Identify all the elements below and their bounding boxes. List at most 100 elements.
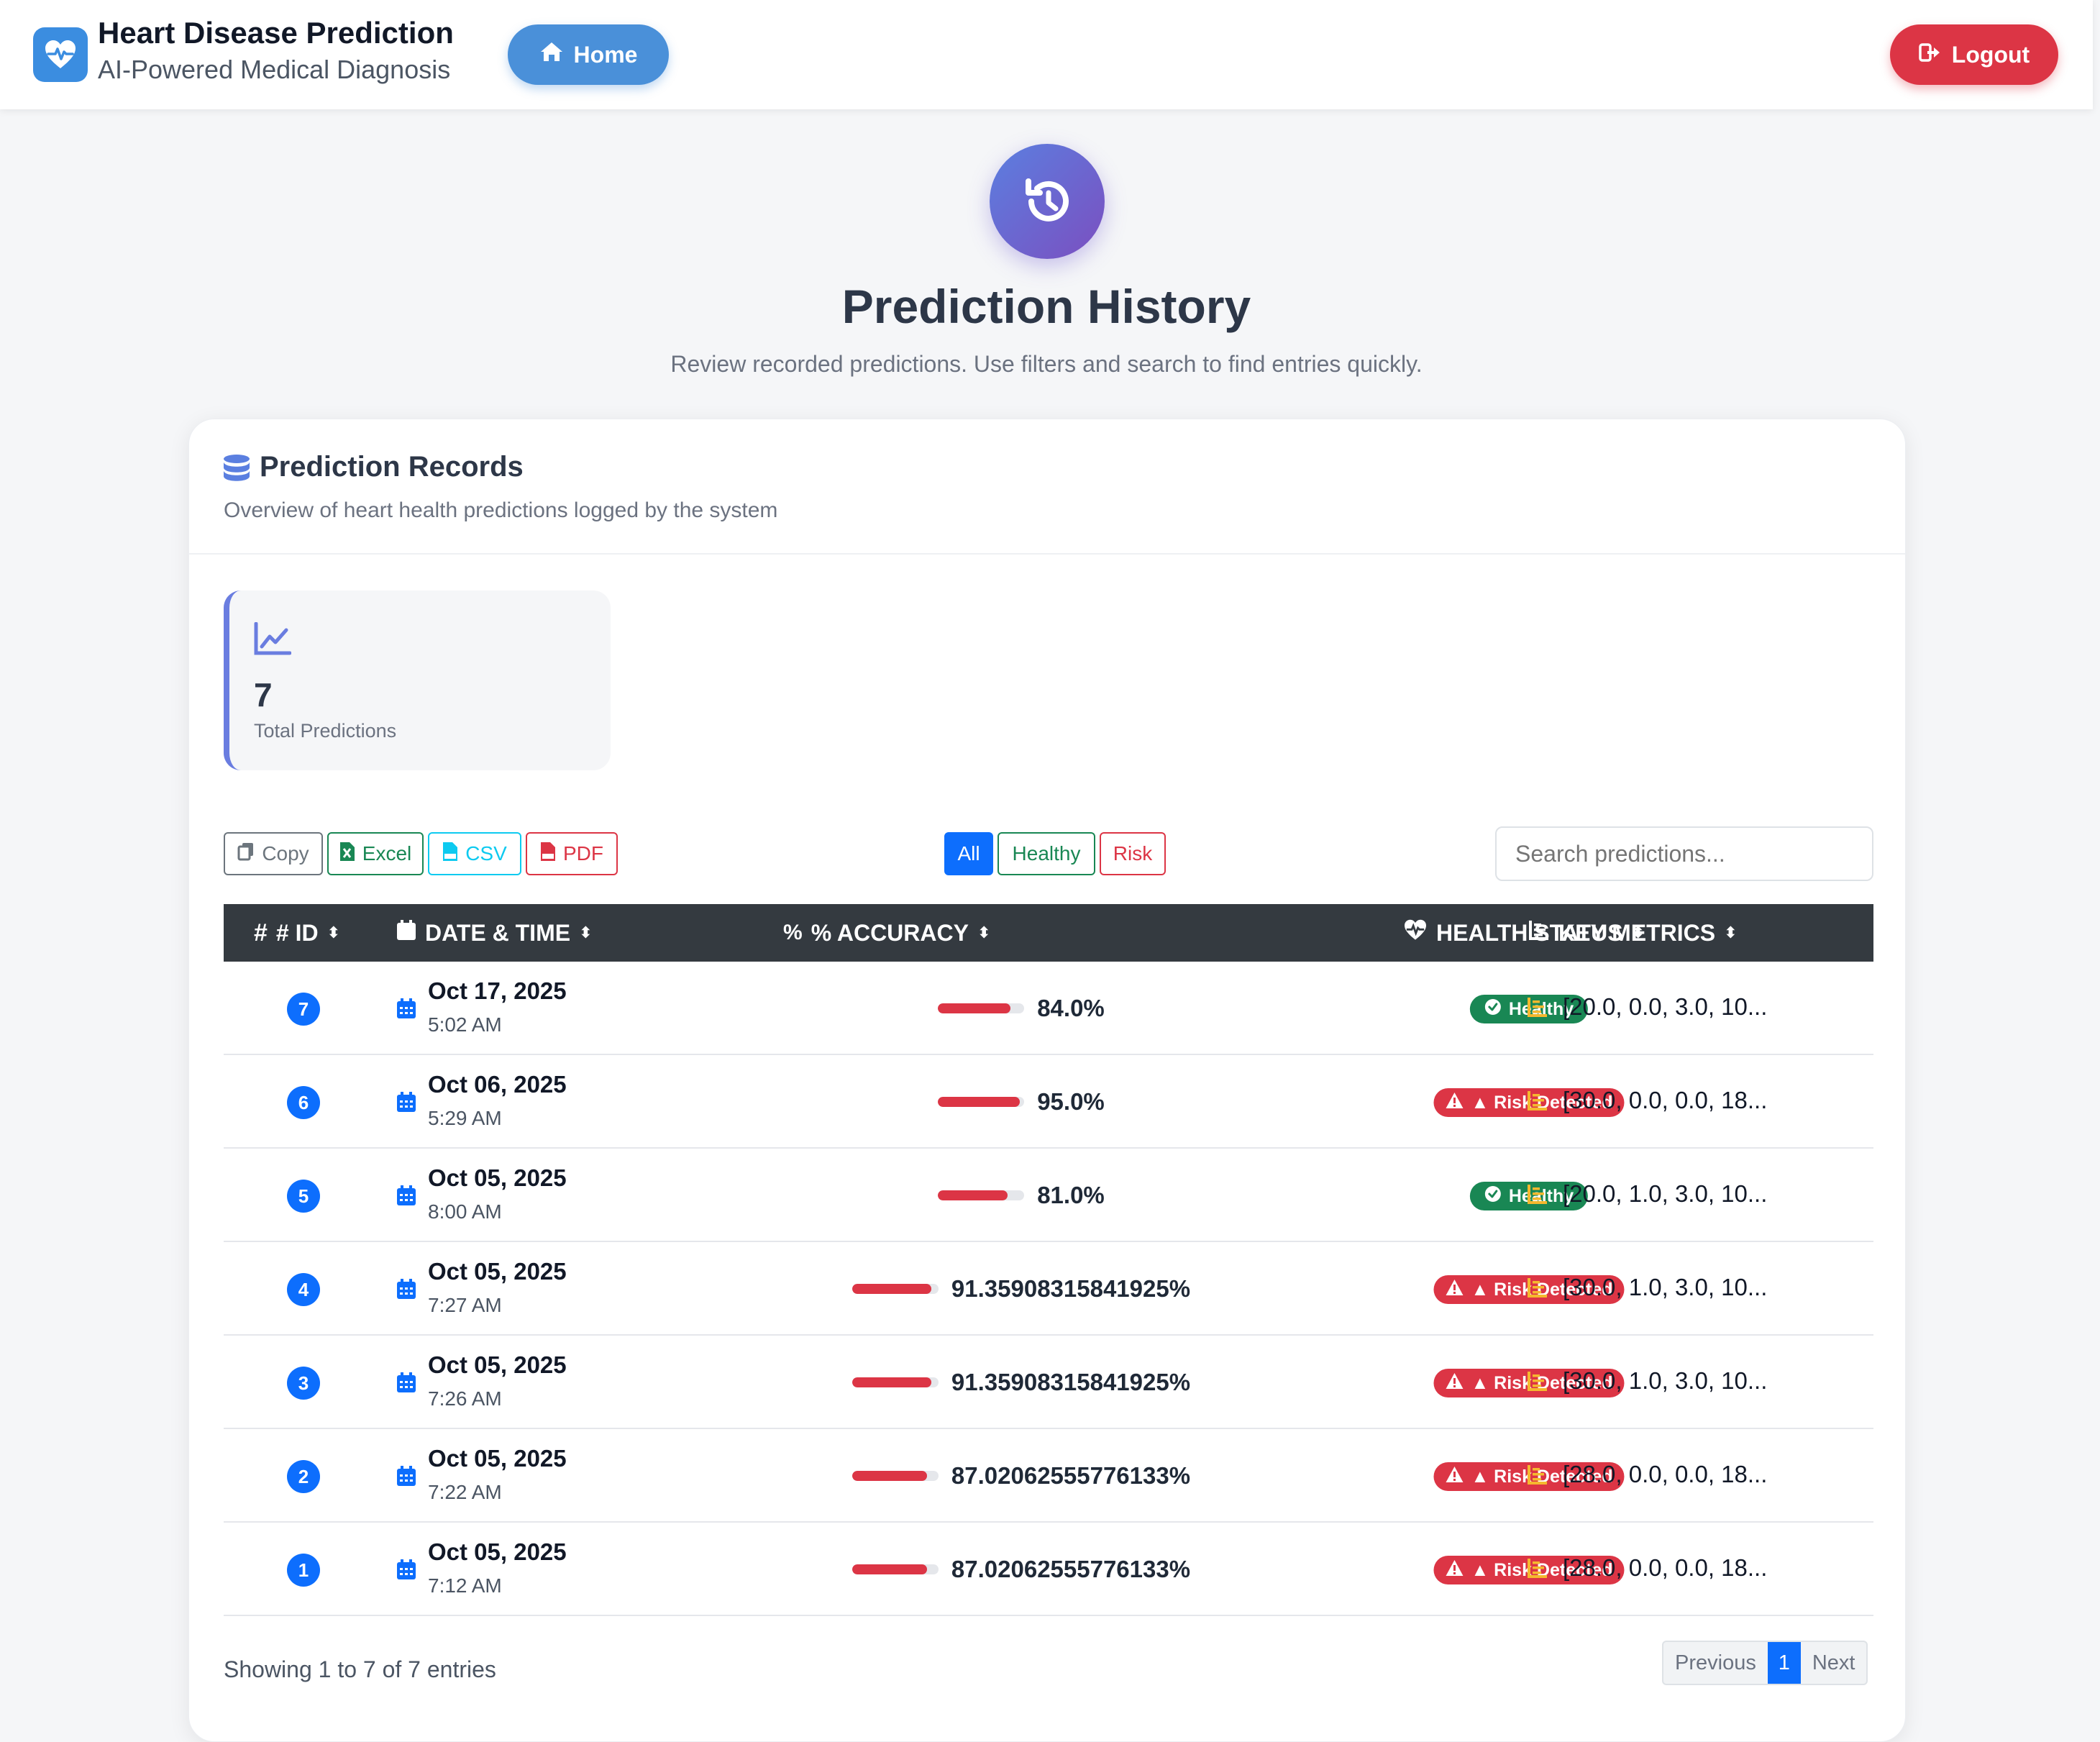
- table-header: # # ID ⬍ DATE & TIME ⬍ % % ACCURACY ⬍ HE…: [224, 904, 1873, 962]
- logout-button[interactable]: Logout: [1890, 24, 2058, 85]
- table-row: 3 Oct 05, 2025 7:26 AM 91.35908315841925…: [224, 1336, 1873, 1429]
- prediction-date: Oct 06, 2025: [428, 1071, 567, 1098]
- warning-icon: [1445, 1372, 1464, 1395]
- column-header-metrics-label: KEY METRICS: [1558, 919, 1716, 946]
- sort-icon: ⬍: [579, 924, 593, 941]
- accuracy-progress-fill: [938, 1190, 1008, 1200]
- brand-title: Heart Disease Prediction: [98, 16, 454, 50]
- card-header: Prediction Records Overview of heart hea…: [189, 419, 1905, 555]
- calendar-icon: [396, 1559, 416, 1584]
- calendar-icon: [396, 1372, 416, 1397]
- accuracy-cell: 91.35908315841925%: [770, 1242, 1273, 1336]
- filter-all-button[interactable]: All: [944, 832, 993, 875]
- accuracy-cell: 91.35908315841925%: [770, 1336, 1273, 1429]
- database-icon: [222, 454, 251, 485]
- accuracy-progress-fill: [938, 1097, 1021, 1107]
- pdf-button[interactable]: PDF: [526, 832, 618, 875]
- column-header-id-label: # ID: [275, 919, 319, 946]
- key-metrics-value: [20.0, 0.0, 3.0, 10...: [1563, 993, 1768, 1020]
- accuracy-value: 91.35908315841925%: [951, 1369, 1191, 1395]
- total-predictions-label: Total Predictions: [254, 720, 397, 742]
- column-header-accuracy[interactable]: % % ACCURACY ⬍: [783, 904, 990, 962]
- home-icon: [539, 41, 564, 68]
- calendar-icon: [396, 1465, 416, 1490]
- pdf-button-label: PDF: [563, 842, 603, 865]
- prediction-date: Oct 05, 2025: [428, 1351, 567, 1378]
- warning-icon: [1445, 1092, 1464, 1114]
- table-row: 5 Oct 05, 2025 8:00 AM 81.0% Healthy [20…: [224, 1149, 1873, 1242]
- prediction-time: 8:00 AM: [428, 1200, 502, 1223]
- entries-info: Showing 1 to 7 of 7 entries: [224, 1656, 496, 1682]
- check-circle-icon: [1484, 998, 1502, 1021]
- accuracy-value: 87.02062555776133%: [951, 1556, 1191, 1582]
- hashtag-icon: #: [254, 918, 268, 947]
- previous-page-button[interactable]: Previous: [1663, 1642, 1768, 1684]
- chart-bar-icon: [1527, 1183, 1548, 1208]
- filter-healthy-button[interactable]: Healthy: [998, 832, 1095, 875]
- file-pdf-icon: [540, 842, 556, 867]
- column-header-metrics[interactable]: KEY METRICS ⬍: [1528, 904, 1738, 962]
- csv-button[interactable]: CSV: [428, 832, 521, 875]
- prediction-date: Oct 05, 2025: [428, 1258, 567, 1285]
- prediction-time: 7:26 AM: [428, 1387, 502, 1410]
- check-circle-icon: [1484, 1185, 1502, 1208]
- column-header-datetime[interactable]: DATE & TIME ⬍: [396, 904, 593, 962]
- prediction-time: 7:12 AM: [428, 1574, 502, 1597]
- page-subtitle: Review recorded predictions. Use filters…: [670, 351, 1423, 377]
- card-subtitle: Overview of heart health predictions log…: [224, 498, 778, 522]
- copy-button-label: Copy: [262, 842, 309, 865]
- home-button[interactable]: Home: [508, 24, 669, 85]
- percent-icon: %: [783, 921, 803, 944]
- accuracy-progress-bar: [938, 1003, 1025, 1013]
- column-header-datetime-label: DATE & TIME: [425, 919, 571, 946]
- accuracy-cell: 87.02062555776133%: [770, 1429, 1273, 1523]
- copy-button[interactable]: Copy: [224, 832, 323, 875]
- history-icon: [990, 144, 1105, 259]
- calendar-icon: [396, 1091, 416, 1116]
- column-header-id[interactable]: # # ID ⬍: [254, 904, 340, 962]
- chart-bar-icon: [1527, 1277, 1548, 1302]
- table-row: 2 Oct 05, 2025 7:22 AM 87.02062555776133…: [224, 1429, 1873, 1523]
- table-row: 1 Oct 05, 2025 7:12 AM 87.02062555776133…: [224, 1523, 1873, 1616]
- key-metrics-value: [28.0, 0.0, 0.0, 18...: [1563, 1554, 1768, 1581]
- sort-icon: ⬍: [1724, 924, 1738, 941]
- excel-button[interactable]: Excel: [327, 832, 424, 875]
- file-csv-icon: [442, 842, 458, 867]
- accuracy-progress-fill: [852, 1564, 928, 1574]
- prediction-date: Oct 05, 2025: [428, 1445, 567, 1472]
- id-badge: 1: [287, 1554, 320, 1587]
- accuracy-value: 95.0%: [1037, 1088, 1105, 1115]
- id-badge: 3: [287, 1367, 320, 1400]
- accuracy-progress-bar: [852, 1471, 939, 1481]
- key-metrics-value: [30.0, 1.0, 3.0, 10...: [1563, 1367, 1768, 1394]
- prediction-time: 7:22 AM: [428, 1481, 502, 1503]
- accuracy-cell: 81.0%: [770, 1149, 1273, 1242]
- filter-risk-button[interactable]: Risk: [1100, 832, 1166, 875]
- accuracy-progress-fill: [852, 1284, 931, 1294]
- prediction-date: Oct 05, 2025: [428, 1164, 567, 1191]
- column-header-accuracy-label: % ACCURACY: [811, 919, 969, 946]
- prediction-time: 7:27 AM: [428, 1294, 502, 1316]
- id-badge: 5: [287, 1180, 320, 1213]
- total-predictions-value: 7: [254, 676, 273, 713]
- next-page-button[interactable]: Next: [1801, 1642, 1867, 1684]
- accuracy-cell: 84.0%: [770, 962, 1273, 1055]
- accuracy-progress-bar: [938, 1097, 1025, 1107]
- chart-bar-icon: [1527, 1557, 1548, 1582]
- accuracy-progress-bar: [938, 1190, 1025, 1200]
- logout-button-label: Logout: [1951, 41, 2030, 68]
- id-badge: 4: [287, 1273, 320, 1306]
- search-input[interactable]: [1495, 826, 1873, 881]
- id-badge: 7: [287, 993, 320, 1026]
- records-card: Prediction Records Overview of heart hea…: [188, 419, 1906, 1742]
- key-metrics-value: [30.0, 1.0, 3.0, 10...: [1563, 1274, 1768, 1300]
- prediction-time: 5:29 AM: [428, 1107, 502, 1129]
- page-1-button[interactable]: 1: [1767, 1642, 1801, 1684]
- calendar-icon: [396, 919, 416, 947]
- chart-bar-icon: [1527, 996, 1548, 1021]
- copy-icon: [237, 842, 255, 866]
- accuracy-cell: 95.0%: [770, 1055, 1273, 1149]
- warning-icon: [1445, 1466, 1464, 1488]
- logout-icon: [1919, 42, 1942, 68]
- key-metrics-value: [28.0, 0.0, 0.0, 18...: [1563, 1461, 1768, 1487]
